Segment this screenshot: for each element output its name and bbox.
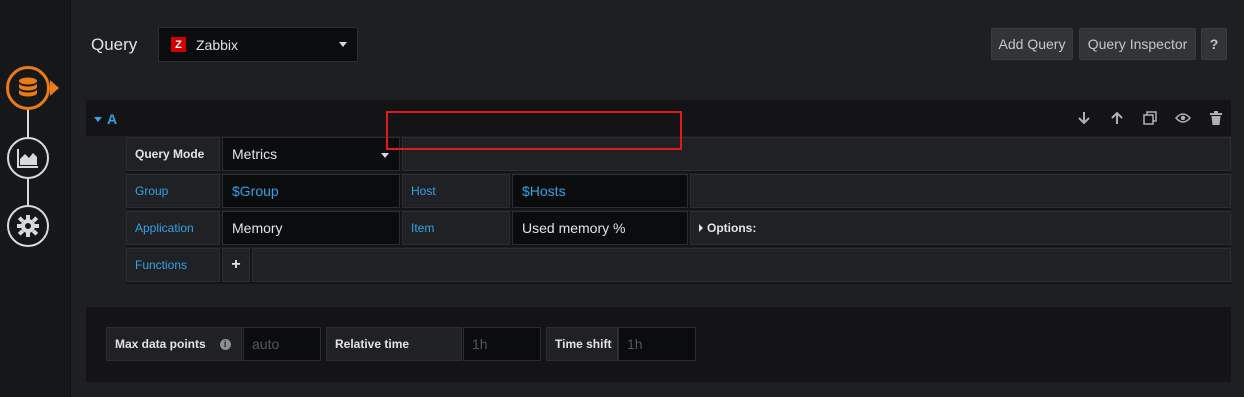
application-input[interactable]: Memory	[222, 211, 400, 245]
max-data-points-text: Max data points	[115, 337, 206, 351]
group-host-row: Group $Group Host $Hosts	[126, 174, 1231, 210]
functions-row: Functions +	[126, 248, 1231, 284]
query-mode-value: Metrics	[232, 146, 278, 162]
query-ref-id: A	[107, 111, 118, 127]
query-inspector-button[interactable]: Query Inspector	[1079, 28, 1196, 60]
zabbix-logo-icon: Z	[171, 37, 186, 52]
host-input[interactable]: $Hosts	[512, 174, 688, 208]
row-filler	[402, 137, 1231, 171]
row-filler	[690, 174, 1231, 208]
editor-side-rail	[0, 0, 70, 397]
duplicate-icon[interactable]	[1142, 110, 1158, 126]
area-chart-icon	[17, 149, 38, 168]
query-collapse-toggle[interactable]: A	[94, 111, 117, 127]
add-function-button[interactable]: +	[222, 248, 250, 282]
item-input[interactable]: Used memory %	[512, 211, 688, 245]
query-options-panel: Max data points i auto Relative time 1h …	[86, 307, 1231, 382]
query-editor: Query Z Zabbix Add Query Query Inspector…	[0, 0, 1244, 397]
datasource-select[interactable]: Z Zabbix	[158, 27, 358, 62]
chevron-down-icon	[381, 153, 389, 158]
functions-label: Functions	[126, 248, 220, 282]
eye-icon[interactable]	[1175, 110, 1191, 126]
options-label: Options:	[707, 221, 757, 235]
application-item-row: Application Memory Item Used memory % Op…	[126, 211, 1231, 247]
query-panel: Query Z Zabbix Add Query Query Inspector…	[70, 0, 1244, 397]
options-toggle[interactable]: Options:	[690, 211, 1231, 245]
general-tab-button[interactable]	[7, 205, 49, 247]
move-up-icon[interactable]	[1109, 110, 1125, 126]
host-label: Host	[402, 174, 510, 208]
datasource-name: Zabbix	[196, 36, 239, 53]
gear-icon	[17, 215, 39, 237]
max-data-points-label: Max data points i	[106, 327, 242, 361]
caret-right-icon	[699, 224, 703, 232]
query-row-a: A Query Mode Metrics Group $Group Host $…	[86, 100, 1231, 287]
query-mode-select[interactable]: Metrics	[222, 137, 400, 171]
row-filler	[252, 248, 1231, 282]
add-query-button[interactable]: Add Query	[991, 28, 1073, 60]
query-row-header: A	[86, 100, 1231, 136]
query-mode-row: Query Mode Metrics	[126, 137, 1231, 173]
page-title: Query	[91, 35, 138, 54]
queries-tab-button[interactable]	[6, 66, 50, 110]
visualization-tab-button[interactable]	[7, 137, 49, 179]
active-tab-pointer	[50, 80, 59, 96]
max-data-points-input[interactable]: auto	[243, 327, 321, 361]
group-label: Group	[126, 174, 220, 208]
info-icon[interactable]: i	[219, 338, 231, 350]
trash-icon[interactable]	[1208, 110, 1224, 126]
move-down-icon[interactable]	[1076, 110, 1092, 126]
collapse-caret-icon	[94, 116, 102, 122]
relative-time-input[interactable]: 1h	[463, 327, 541, 361]
help-button[interactable]: ?	[1201, 28, 1227, 60]
time-shift-input[interactable]: 1h	[618, 327, 696, 361]
time-shift-label: Time shift	[546, 327, 618, 361]
application-label: Application	[126, 211, 220, 245]
item-label: Item	[402, 211, 510, 245]
group-input[interactable]: $Group	[222, 174, 400, 208]
chevron-down-icon	[339, 42, 347, 47]
query-mode-label: Query Mode	[126, 137, 220, 171]
database-icon	[19, 77, 37, 97]
relative-time-label: Relative time	[326, 327, 462, 361]
